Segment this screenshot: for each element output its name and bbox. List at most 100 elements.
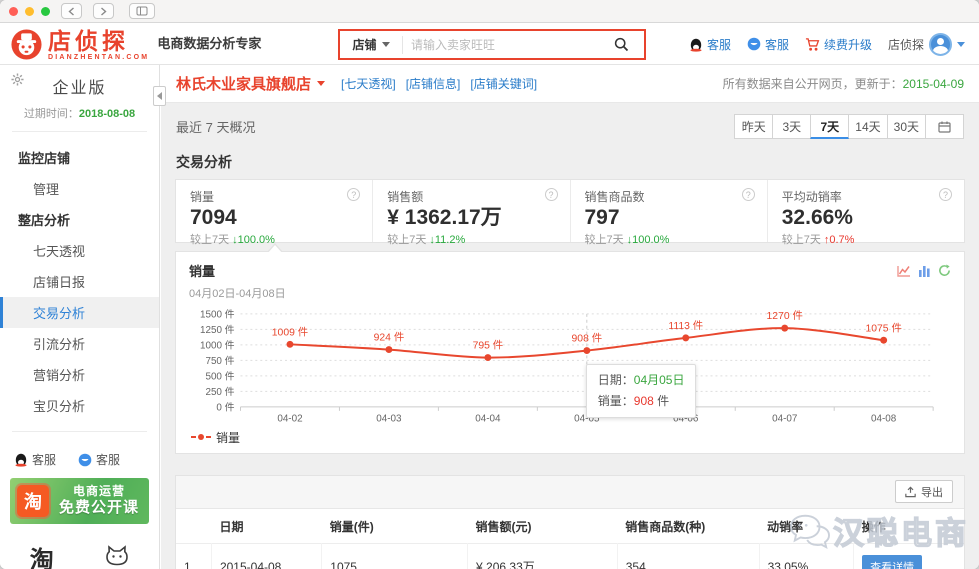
app-header: 店侦探 DIANZHENTAN.COM 电商数据分析专家 店铺 客服 客 (0, 24, 979, 65)
table-row: 1. 2015-04-08 1075 ¥ 206.33万 354 33.05% … (176, 543, 964, 569)
range-14day-button[interactable]: 14天 (848, 114, 887, 139)
collapse-arrow-icon (157, 92, 162, 100)
cell-sales: 1075 (322, 543, 468, 569)
metric-delta: ↓100.0% (627, 234, 670, 246)
sidebar-item-trade-analysis[interactable]: 交易分析 (0, 297, 159, 328)
range-7day-button[interactable]: 7天 (810, 114, 849, 139)
tabs-button[interactable] (129, 3, 155, 19)
metric-card-sales-volume[interactable]: 销量 ? 7094 较上7天↓100.0% (176, 180, 373, 242)
tagline: 电商数据分析专家 (157, 33, 261, 52)
wangwang-icon (78, 453, 92, 467)
svg-text:04-08: 04-08 (871, 414, 897, 425)
metric-card-revenue[interactable]: 销售额 ? ¥ 1362.17万 较上7天↓11.2% (373, 180, 570, 242)
updated-date: 2015-04-09 (903, 77, 964, 91)
refresh-button[interactable] (938, 264, 951, 277)
row-index: 1. (176, 543, 211, 569)
sidebar-qq-support-link[interactable]: 客服 (14, 451, 56, 468)
sidebar-collapse-button[interactable] (153, 86, 166, 106)
metric-card-product-count[interactable]: 销售商品数 ? 797 较上7天↓100.0% (571, 180, 768, 242)
svg-text:924 件: 924 件 (374, 332, 405, 344)
sales-line-chart[interactable]: 0 件250 件500 件750 件1000 件1250 件1500 件04-0… (189, 302, 951, 429)
search-bar: 店铺 (338, 29, 646, 60)
calendar-icon (938, 121, 951, 133)
metric-card-sell-through-rate[interactable]: 平均动销率 ? 32.66% 较上7天↑0.7% (768, 180, 964, 242)
search-button[interactable] (598, 31, 644, 58)
section-title-trade: 交易分析 (161, 146, 979, 179)
gear-icon[interactable] (11, 73, 24, 91)
chevron-down-icon (317, 81, 325, 86)
sidebar-item-item-analysis[interactable]: 宝贝分析 (0, 390, 159, 421)
chevron-down-icon (382, 42, 390, 47)
help-icon[interactable]: ? (347, 188, 360, 201)
qq-support-link[interactable]: 客服 (689, 36, 731, 53)
col-revenue: 销售额(元) (468, 509, 618, 544)
cart-icon (805, 37, 820, 52)
sidebar-item-traffic-analysis[interactable]: 引流分析 (0, 328, 159, 359)
svg-text:1250 件: 1250 件 (200, 324, 235, 336)
link-shop-keywords[interactable]: [店铺关键词] (470, 75, 537, 92)
range-30day-button[interactable]: 30天 (887, 114, 926, 139)
qq-icon (14, 452, 28, 467)
help-icon[interactable]: ? (742, 188, 755, 201)
range-3day-button[interactable]: 3天 (772, 114, 811, 139)
app-window: 店侦探 DIANZHENTAN.COM 电商数据分析专家 店铺 客服 客 (0, 0, 979, 569)
tool-taobao-analysis[interactable]: 淘 淘宝分析 (4, 542, 80, 569)
svg-text:1000 件: 1000 件 (200, 339, 235, 351)
daily-data-table: 日期 销量(件) 销售额(元) 销售商品数(种) 动销率 操作 1. 2015-… (176, 509, 964, 569)
sidebar-item-manage[interactable]: 管理 (0, 173, 159, 204)
sidebar-item-seven-day[interactable]: 七天透视 (0, 235, 159, 266)
data-source-note: 所有数据来自公开网页，更新于： (723, 77, 903, 91)
close-window-button[interactable] (9, 7, 18, 16)
link-seven-day[interactable]: [七天透视] (341, 75, 396, 92)
col-rate: 动销率 (759, 509, 854, 544)
export-button[interactable]: 导出 (895, 480, 953, 503)
sidebar-group-monitor: 监控店铺 (0, 142, 159, 173)
sales-chart-panel: 销量 04月02日-04月08日 0 件250 件500 件750 件1000 … (175, 251, 965, 454)
custom-date-button[interactable] (925, 114, 964, 139)
tool-tmall-analysis[interactable]: 天猫分析 (80, 542, 156, 569)
back-icon (68, 7, 75, 16)
range-yesterday-button[interactable]: 昨天 (734, 114, 773, 139)
shop-header: 林氏木业家具旗舰店 [七天透视] [店铺信息] [店铺关键词] 所有数据来自公开… (161, 65, 979, 103)
forward-button[interactable] (93, 3, 114, 19)
search-category-dropdown[interactable]: 店铺 (340, 36, 402, 53)
help-icon[interactable]: ? (545, 188, 558, 201)
svg-text:04-07: 04-07 (772, 414, 797, 425)
sidebar: 企业版 过期时间：2018-08-08 监控店铺 管理 整店分析 七天透视 店铺… (0, 65, 160, 569)
col-sales: 销量(件) (322, 509, 468, 544)
sidebar-panel-icon (136, 6, 148, 16)
renew-upgrade-link[interactable]: 续费升级 (805, 36, 872, 53)
free-course-ad-banner[interactable]: 淘 电商运营 免费公开课 (10, 478, 149, 524)
bar-chart-toggle[interactable] (918, 265, 931, 277)
export-icon (905, 486, 916, 498)
qq-icon (689, 37, 703, 52)
svg-text:0 件: 0 件 (216, 401, 234, 413)
minimize-window-button[interactable] (25, 7, 34, 16)
line-chart-toggle[interactable] (897, 265, 911, 277)
date-range-group: 昨天 3天 7天 14天 30天 (735, 114, 964, 139)
taobao-icon: 淘 (30, 540, 54, 569)
search-input[interactable] (403, 38, 598, 52)
forward-icon (100, 7, 107, 16)
sidebar-item-marketing-analysis[interactable]: 营销分析 (0, 359, 159, 390)
legend-label[interactable]: 销量 (216, 429, 240, 446)
account-menu[interactable]: 店侦探 (888, 33, 965, 56)
metric-delta: ↑0.7% (824, 234, 855, 246)
view-detail-button[interactable]: 查看详情 (862, 555, 922, 569)
sidebar-item-daily-report[interactable]: 店铺日报 (0, 266, 159, 297)
sidebar-group-shop-analysis: 整店分析 (0, 204, 159, 235)
logo[interactable]: 店侦探 DIANZHENTAN.COM (10, 28, 149, 61)
logo-domain: DIANZHENTAN.COM (48, 54, 149, 61)
shop-name-dropdown[interactable]: 林氏木业家具旗舰店 (176, 73, 325, 94)
sidebar-wangwang-support-link[interactable]: 客服 (78, 451, 120, 468)
link-shop-info[interactable]: [店铺信息] (406, 75, 461, 92)
overview-title: 最近 7 天概况 (176, 117, 255, 136)
zoom-window-button[interactable] (41, 7, 50, 16)
wangwang-support-link[interactable]: 客服 (747, 36, 789, 53)
col-date: 日期 (211, 509, 321, 544)
back-button[interactable] (61, 3, 82, 19)
help-icon[interactable]: ? (939, 188, 952, 201)
daily-data-table-panel: 导出 日期 销量(件) 销售额(元) 销售商品数(种) 动销率 操作 (175, 475, 965, 569)
detective-logo-icon (10, 28, 43, 61)
expire-date: 2018-08-08 (79, 108, 135, 120)
